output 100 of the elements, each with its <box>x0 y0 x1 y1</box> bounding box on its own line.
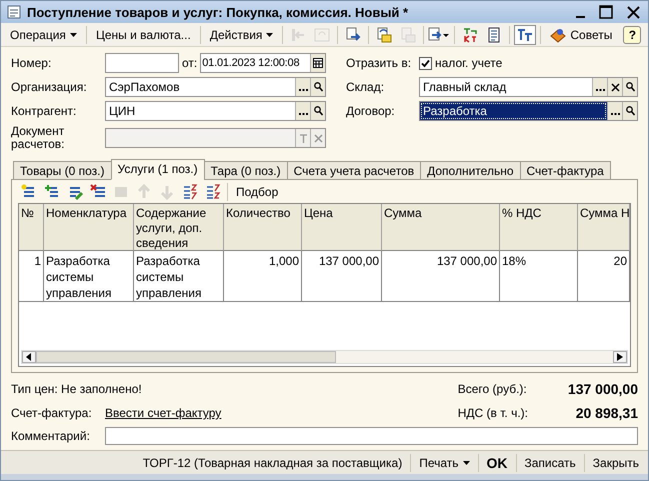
print-button[interactable]: Печать <box>413 454 476 472</box>
tab[interactable]: Услуги (1 поз.) <box>110 159 205 180</box>
checkbox-label: налог. учете <box>435 56 502 70</box>
column-header[interactable]: Сумма Н <box>578 204 630 251</box>
search-icon <box>314 82 322 92</box>
tab[interactable]: Счет-фактура <box>520 161 611 180</box>
input-field[interactable]: ЦИН <box>106 102 295 120</box>
field-label: Организация: <box>11 80 88 94</box>
checkbox[interactable] <box>419 56 432 70</box>
sort-ascending-icon <box>182 184 198 200</box>
clear-icon <box>610 82 620 92</box>
tips-button[interactable]: Советы <box>545 24 618 44</box>
total-value: 137 000,00 <box>566 381 638 397</box>
search-icon <box>626 106 634 116</box>
table-cell: 1,000 <box>224 251 302 302</box>
selection-button[interactable]: Подбор <box>231 182 284 202</box>
column-header[interactable]: № <box>19 204 44 251</box>
up-arrow-icon <box>136 184 152 200</box>
document-list-icon <box>486 26 502 42</box>
field-label: Счет-фактура: <box>11 406 93 420</box>
search-icon <box>314 106 322 116</box>
invoice-link[interactable]: Ввести счет-фактуру <box>105 406 222 420</box>
list-add-icon <box>21 184 37 200</box>
input-field[interactable]: СэрПахомов <box>106 78 295 96</box>
search-button[interactable] <box>622 102 637 120</box>
toolbar-button[interactable]: Цены и валюта... <box>90 24 196 44</box>
field-label: Контрагент: <box>11 104 78 118</box>
form-icon <box>7 5 21 19</box>
list-delete-icon <box>90 184 106 200</box>
lookup-field[interactable]: ЦИН <box>105 101 326 121</box>
form-button[interactable]: Записать <box>518 454 582 472</box>
date-field[interactable]: 01.01.2023 12:00:08 <box>200 53 326 73</box>
right-arrow-icon[interactable] <box>617 353 623 361</box>
check-icon <box>421 58 430 68</box>
table-cell: 137 000,00 <box>302 251 382 302</box>
window-title: Поступление товаров и услуг: Покупка, комиссия. Новый * <box>27 4 410 20</box>
table-cell: 1 <box>19 251 44 302</box>
list-edit-icon <box>67 184 83 200</box>
column-header[interactable]: % НДС <box>500 204 578 251</box>
field-label: Комментарий: <box>11 429 91 443</box>
tab[interactable]: Счета учета расчетов <box>286 161 422 180</box>
input-field[interactable]: Главный склад <box>420 78 592 96</box>
tab[interactable]: Товары (0 поз.) <box>13 161 112 180</box>
text-structure-button[interactable] <box>514 24 536 44</box>
field-label: Договор: <box>346 104 396 118</box>
book-question-icon <box>550 26 566 42</box>
calendar-button[interactable] <box>310 54 325 72</box>
select-button[interactable] <box>295 102 310 120</box>
select-button[interactable] <box>592 78 607 96</box>
input-field[interactable]: Разработка <box>420 102 607 120</box>
back-arrow-icon <box>290 26 306 42</box>
date-input[interactable]: 01.01.2023 12:00:08 <box>201 54 310 72</box>
column-header[interactable]: Количество <box>224 204 302 251</box>
total-label: Всего (руб.): <box>458 382 528 396</box>
column-header[interactable]: Сумма <box>382 204 500 251</box>
menu-button[interactable]: Действия <box>204 24 278 44</box>
tab[interactable]: Тара (0 поз.) <box>204 161 288 180</box>
sort-descending-icon <box>205 184 221 200</box>
caret-icon <box>462 460 470 464</box>
horizontal-scrollbar[interactable] <box>21 350 628 364</box>
search-button[interactable] <box>310 102 325 120</box>
close-icon[interactable] <box>627 6 640 18</box>
lookup-field[interactable]: Разработка <box>419 101 638 121</box>
down-arrow-icon <box>159 184 175 200</box>
table-cell: Разработка системы управления <box>134 251 224 302</box>
field-label: Документ расчетов: <box>11 125 66 151</box>
table-cell: 20 <box>578 251 630 302</box>
comment-field[interactable] <box>105 427 638 445</box>
table-cell: 137 000,00 <box>382 251 500 302</box>
search-button[interactable] <box>310 78 325 96</box>
lookup-field[interactable]: Главный склад <box>419 77 638 97</box>
maximize-icon[interactable] <box>599 5 613 19</box>
search-button[interactable] <box>622 78 637 96</box>
vat-label: НДС (в т. ч.): <box>458 406 528 420</box>
field-label: от: <box>182 56 198 70</box>
select-button[interactable] <box>607 102 622 120</box>
menu-button[interactable]: Операция <box>5 24 82 44</box>
column-header[interactable]: Содержание услуги, доп. сведения <box>134 204 224 251</box>
field-label: Склад: <box>346 80 386 94</box>
lookup-field[interactable]: СэрПахомов <box>105 77 326 97</box>
table-cell: 18% <box>500 251 578 302</box>
left-arrow-icon[interactable] <box>26 353 32 361</box>
select-button[interactable] <box>295 78 310 96</box>
search-icon <box>626 82 634 92</box>
column-header[interactable]: Номенклатура <box>44 204 134 251</box>
caret-icon <box>70 32 77 36</box>
column-header[interactable]: Цена <box>302 204 382 251</box>
document-arrow-icon <box>428 26 450 42</box>
text-structure-icon <box>517 26 534 42</box>
ok-button[interactable]: OK <box>480 452 514 472</box>
help-button[interactable]: ? <box>623 26 642 44</box>
list-add-icon <box>44 184 60 200</box>
clear-icon <box>314 134 322 142</box>
table-cell: Разработка системы управления <box>44 251 134 302</box>
form-button[interactable]: ТОРГ-12 (Товарная накладная за поставщика) <box>136 454 408 472</box>
form-button[interactable]: Закрыть <box>586 454 645 472</box>
clear-button[interactable] <box>607 78 622 96</box>
tab[interactable]: Дополнительно <box>420 161 520 180</box>
text-icon <box>298 134 308 142</box>
field-label: Номер: <box>11 56 52 70</box>
